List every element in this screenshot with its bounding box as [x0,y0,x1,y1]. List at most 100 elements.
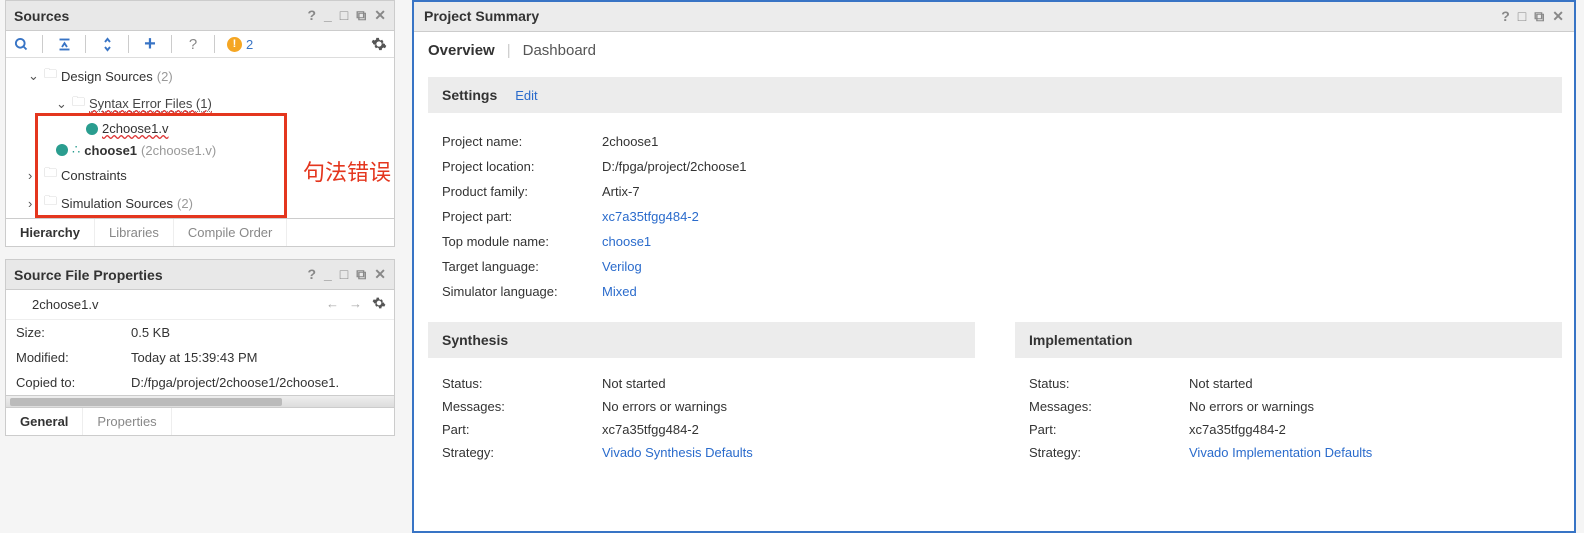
close-icon[interactable]: ✕ [374,7,386,24]
maximize-icon[interactable]: □ [1518,8,1526,25]
tree-syntax-error-files[interactable]: ⌄ 🗀 Syntax Error Files (1) [6,90,394,118]
prop-modified-value: Today at 15:39:43 PM [131,350,257,365]
synth-messages-value: No errors or warnings [602,399,727,414]
impl-strategy-label: Strategy: [1029,445,1189,460]
file-dot-icon [14,299,26,311]
summary-tabs: Overview | Dashboard [414,32,1574,69]
info-icon[interactable]: ? [184,35,202,53]
design-sources-count: (2) [157,69,173,84]
gear-icon[interactable] [372,296,386,313]
gear-icon[interactable] [370,35,388,53]
tab-divider: | [507,42,511,59]
settings-edit-link[interactable]: Edit [515,88,537,103]
synth-part-value: xc7a35tfgg484-2 [602,422,699,437]
close-icon[interactable]: ✕ [1552,8,1564,25]
tab-properties[interactable]: Properties [83,408,171,435]
props-title: Source File Properties [14,267,163,283]
project-location-label: Project location: [442,159,602,174]
help-icon[interactable]: ? [307,266,316,283]
tab-hierarchy[interactable]: Hierarchy [6,219,95,246]
prop-modified-label: Modified: [16,350,121,365]
tree-simulation-sources[interactable]: › 🗀 Simulation Sources (2) [6,189,394,217]
close-icon[interactable]: ✕ [374,266,386,283]
folder-icon: 🗀 [44,192,57,214]
chevron-down-icon[interactable]: ⌄ [56,96,68,112]
synth-impl-row: Synthesis Status:Not started Messages:No… [414,304,1574,472]
tab-overview[interactable]: Overview [428,42,495,59]
hierarchy-icon: ∴ [72,142,80,158]
minimize-icon[interactable]: _ [324,266,332,283]
summary-header: Project Summary ? □ ⧉ ✕ [414,2,1574,32]
tree-design-sources[interactable]: ⌄ 🗀 Design Sources (2) [6,62,394,90]
search-icon[interactable] [12,35,30,53]
impl-status-label: Status: [1029,376,1189,391]
help-icon[interactable]: ? [1501,8,1510,25]
nav-forward-icon[interactable]: → [349,296,362,313]
impl-part-value: xc7a35tfgg484-2 [1189,422,1286,437]
restore-icon[interactable]: ⧉ [356,7,366,24]
chevron-right-icon[interactable]: › [28,168,40,183]
synth-strategy-value[interactable]: Vivado Synthesis Defaults [602,445,753,460]
warnings-count: 2 [246,37,253,52]
minimize-icon[interactable]: _ [324,7,332,24]
nav-back-icon[interactable]: ← [326,296,339,313]
folder-icon: 🗀 [72,93,85,115]
restore-icon[interactable]: ⧉ [1534,8,1544,25]
synth-status-value: Not started [602,376,666,391]
maximize-icon[interactable]: □ [340,7,348,24]
tree-file-2choose1[interactable]: 2choose1.v [6,118,394,139]
sim-lang-value[interactable]: Mixed [602,284,637,299]
tab-dashboard[interactable]: Dashboard [523,42,596,59]
impl-status-value: Not started [1189,376,1253,391]
project-part-label: Project part: [442,209,602,224]
prop-row-modified: Modified: Today at 15:39:43 PM [6,345,394,370]
maximize-icon[interactable]: □ [340,266,348,283]
add-icon[interactable]: + [141,35,159,53]
chevron-right-icon[interactable]: › [28,196,40,211]
folder-icon: 🗀 [44,65,57,87]
folder-icon: 🗀 [44,164,57,186]
props-filename: 2choose1.v [32,297,99,312]
project-summary-panel: Project Summary ? □ ⧉ ✕ Overview | Dashb… [412,0,1576,533]
synthesis-title: Synthesis [428,322,975,358]
collapse-all-icon[interactable] [55,35,73,53]
sources-title: Sources [14,8,69,24]
sources-tree: ⌄ 🗀 Design Sources (2) ⌄ 🗀 Syntax Error … [6,58,394,218]
tab-compile-order[interactable]: Compile Order [174,219,288,246]
project-location-value: D:/fpga/project/2choose1 [602,159,747,174]
expand-icon[interactable] [98,35,116,53]
restore-icon[interactable]: ⧉ [356,266,366,283]
synthesis-section: Synthesis Status:Not started Messages:No… [428,322,975,472]
warnings-badge[interactable]: ! 2 [227,37,253,52]
tab-general[interactable]: General [6,408,83,435]
sources-panel: Sources ? _ □ ⧉ ✕ + ? [5,0,395,247]
impl-messages-label: Messages: [1029,399,1189,414]
syntax-error-label: Syntax Error Files (1) [89,96,212,112]
file-dot-icon [86,123,98,135]
prop-row-copied: Copied to: D:/fpga/project/2choose1/2cho… [6,370,394,395]
file-dot-icon [56,144,68,156]
props-tabs: General Properties [6,407,394,435]
design-sources-label: Design Sources [61,69,153,84]
product-family-label: Product family: [442,184,602,199]
target-lang-value[interactable]: Verilog [602,259,642,274]
settings-kv-list: Project name:2choose1 Project location:D… [414,117,1574,304]
sim-sources-label: Simulation Sources [61,196,173,211]
impl-messages-value: No errors or warnings [1189,399,1314,414]
file-2choose1-label: 2choose1.v [102,121,169,136]
project-name-label: Project name: [442,134,602,149]
summary-title: Project Summary [424,8,539,25]
tab-libraries[interactable]: Libraries [95,219,174,246]
top-module-value[interactable]: choose1 [602,234,651,249]
props-header: Source File Properties ? _ □ ⧉ ✕ [6,260,394,290]
help-icon[interactable]: ? [307,7,316,24]
constraints-label: Constraints [61,168,127,183]
chevron-down-icon[interactable]: ⌄ [28,68,40,84]
product-family-value: Artix-7 [602,184,640,199]
horizontal-scrollbar[interactable] [6,395,394,407]
impl-strategy-value[interactable]: Vivado Implementation Defaults [1189,445,1372,460]
synth-strategy-label: Strategy: [442,445,602,460]
choose1-file: (2choose1.v) [141,143,216,158]
project-part-value[interactable]: xc7a35tfgg484-2 [602,209,699,224]
implementation-title: Implementation [1015,322,1562,358]
